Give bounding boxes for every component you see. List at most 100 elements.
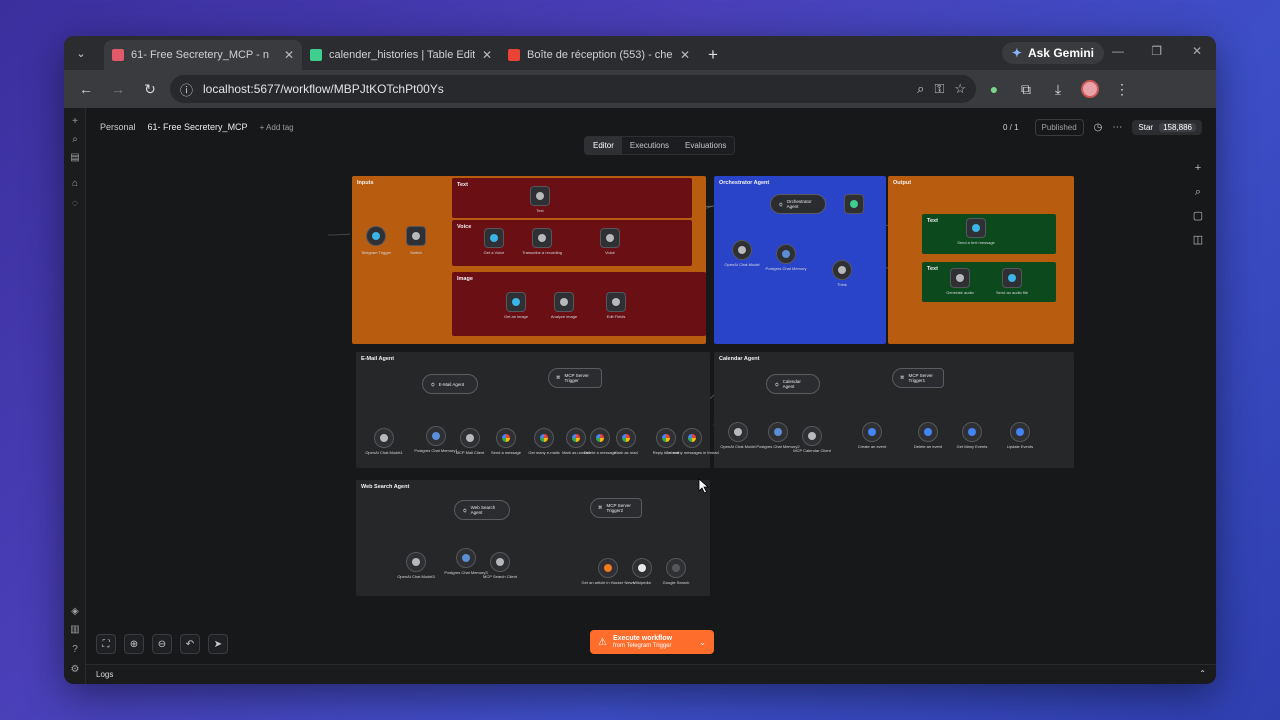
search-icon[interactable]: ⌕	[69, 134, 81, 146]
extensions-puzzle-icon[interactable]: ⧉	[1012, 75, 1040, 103]
gmail-tool-node[interactable]	[616, 428, 636, 448]
logs-panel[interactable]: Logs ⌃	[86, 664, 1216, 684]
pointer-tool-icon[interactable]: ➤	[208, 634, 228, 654]
generate-audio-node[interactable]	[950, 268, 970, 288]
close-tab-icon[interactable]: ✕	[284, 48, 294, 62]
gmail-tool-node[interactable]	[566, 428, 586, 448]
bookmark-star-icon[interactable]: ☆	[954, 81, 966, 97]
web-search-agent-node[interactable]: ⛭ Web Search Agent	[454, 500, 510, 520]
mcp-client-node[interactable]	[490, 552, 510, 572]
new-tab-button[interactable]: +	[698, 40, 728, 70]
edit-fields-node[interactable]	[606, 292, 626, 312]
voice-edit-node[interactable]	[600, 228, 620, 248]
add-tag-link[interactable]: + Add tag	[260, 123, 294, 132]
zoom-icon[interactable]: ⌕	[917, 81, 924, 97]
switch-node[interactable]	[406, 226, 426, 246]
gmail-tool-node[interactable]	[682, 428, 702, 448]
browser-tab[interactable]: Boîte de réception (553) - chem ✕	[500, 40, 698, 70]
execute-workflow-button[interactable]: ⚠ Execute workflow from Telegram Trigger…	[590, 630, 714, 654]
workflow-canvas[interactable]: Inputs Text Voice Image Orchestrator Age…	[86, 146, 1216, 664]
zoom-out-icon[interactable]: ⊖	[152, 634, 172, 654]
gmail-tool-node[interactable]	[496, 428, 516, 448]
minimize-icon[interactable]: —	[1112, 44, 1124, 58]
google-calendar-node[interactable]	[918, 422, 938, 442]
orchestrator-agent-node[interactable]: ⛭ Orchestrator Agent	[770, 194, 826, 214]
switch-route-node[interactable]	[844, 194, 864, 214]
home-icon[interactable]: ⌂	[69, 178, 81, 190]
close-window-icon[interactable]: ✕	[1192, 44, 1202, 58]
browser-tab[interactable]: calender_histories | Table Editor ✕	[302, 40, 500, 70]
text-edit-node[interactable]	[530, 186, 550, 206]
extension-icon[interactable]: ●	[980, 75, 1008, 103]
address-bar[interactable]: ⓘ localhost:5677/workflow/MBPJtKOTchPt00…	[170, 75, 976, 103]
output-text-subgroup[interactable]: Text	[922, 214, 1056, 254]
mcp-server-trigger-node[interactable]: ⌘ MCP Server Trigger2	[590, 498, 642, 518]
send-audio-node[interactable]	[1002, 268, 1022, 288]
reload-icon[interactable]: ↻	[136, 75, 164, 103]
panel-icon[interactable]: ▤	[69, 152, 81, 164]
mcp-server-trigger-node[interactable]: ⌘ MCP Server Trigger	[548, 368, 602, 388]
password-key-icon[interactable]: ⚿	[934, 81, 944, 97]
chat-icon[interactable]: ◌	[69, 198, 81, 210]
gmail-tool-node[interactable]	[534, 428, 554, 448]
help-icon[interactable]: ?	[69, 644, 81, 656]
gmail-tool-node[interactable]	[590, 428, 610, 448]
think-tool-node[interactable]	[832, 260, 852, 280]
mcp-client-node[interactable]	[802, 426, 822, 446]
openai-chat-model-node[interactable]	[732, 240, 752, 260]
settings-icon[interactable]: ⚙	[69, 664, 81, 676]
site-info-icon[interactable]: ⓘ	[180, 80, 193, 99]
expand-logs-icon[interactable]: ⌃	[1199, 669, 1206, 678]
image-subgroup[interactable]: Image	[452, 272, 706, 336]
google-calendar-node[interactable]	[962, 422, 982, 442]
insights-icon[interactable]: ▥	[69, 624, 81, 636]
workflow-name[interactable]: 61- Free Secretery_MCP	[148, 122, 248, 132]
github-star-button[interactable]: Star 158,886	[1132, 119, 1202, 135]
chevron-down-icon[interactable]: ⌄	[699, 638, 706, 647]
get-image-node[interactable]	[506, 292, 526, 312]
calendar-agent-node[interactable]: ⛭ Calendar Agent	[766, 374, 820, 394]
tab-search-icon[interactable]: ⌄	[64, 36, 98, 70]
close-tab-icon[interactable]: ✕	[482, 48, 492, 62]
calendar-agent-group[interactable]: Calendar Agent	[714, 352, 1074, 468]
google-calendar-node[interactable]	[1010, 422, 1030, 442]
menu-kebab-icon[interactable]: ⋮	[1108, 75, 1136, 103]
google-search-node[interactable]	[666, 558, 686, 578]
back-icon[interactable]: ←	[72, 75, 100, 103]
postgres-memory-node[interactable]	[776, 244, 796, 264]
gmail-tool-node[interactable]	[656, 428, 676, 448]
ask-gemini-button[interactable]: ✦ Ask Gemini	[1001, 42, 1104, 64]
text-subgroup[interactable]: Text	[452, 178, 692, 218]
postgres-memory-node[interactable]	[426, 426, 446, 446]
restore-icon[interactable]: ❐	[1151, 44, 1162, 58]
hacker-news-node[interactable]	[598, 558, 618, 578]
wikipedia-node[interactable]	[632, 558, 652, 578]
zoom-in-icon[interactable]: ⊕	[124, 634, 144, 654]
send-text-node[interactable]	[966, 218, 986, 238]
forward-icon[interactable]: →	[104, 75, 132, 103]
telegram-trigger-node[interactable]	[366, 226, 386, 246]
undo-icon[interactable]: ↶	[180, 634, 200, 654]
published-toggle[interactable]: Published	[1034, 118, 1084, 136]
breadcrumb-personal[interactable]: Personal	[100, 122, 136, 132]
history-icon[interactable]: ◷	[1094, 122, 1103, 133]
fit-view-icon[interactable]: ⛶	[96, 634, 116, 654]
openai-chat-model-node[interactable]	[406, 552, 426, 572]
analyze-image-node[interactable]	[554, 292, 574, 312]
email-agent-node[interactable]: ⛭ E-Mail Agent	[422, 374, 478, 394]
output-group[interactable]: Output	[888, 176, 1074, 344]
browser-tab[interactable]: 61- Free Secretery_MCP - n ✕	[104, 40, 302, 70]
download-icon[interactable]: ⤓	[1044, 75, 1072, 103]
postgres-memory-node[interactable]	[456, 548, 476, 568]
transcribe-node[interactable]	[532, 228, 552, 248]
add-icon[interactable]: +	[69, 116, 81, 128]
output-audio-subgroup[interactable]: Text	[922, 262, 1056, 302]
postgres-memory-node[interactable]	[768, 422, 788, 442]
mcp-server-trigger-node[interactable]: ⌘ MCP Server Trigger1	[892, 368, 944, 388]
more-icon[interactable]: ⋯	[1112, 122, 1122, 133]
google-calendar-node[interactable]	[862, 422, 882, 442]
get-voice-node[interactable]	[484, 228, 504, 248]
profile-avatar[interactable]	[1076, 75, 1104, 103]
close-tab-icon[interactable]: ✕	[680, 48, 690, 62]
openai-chat-model-node[interactable]	[374, 428, 394, 448]
